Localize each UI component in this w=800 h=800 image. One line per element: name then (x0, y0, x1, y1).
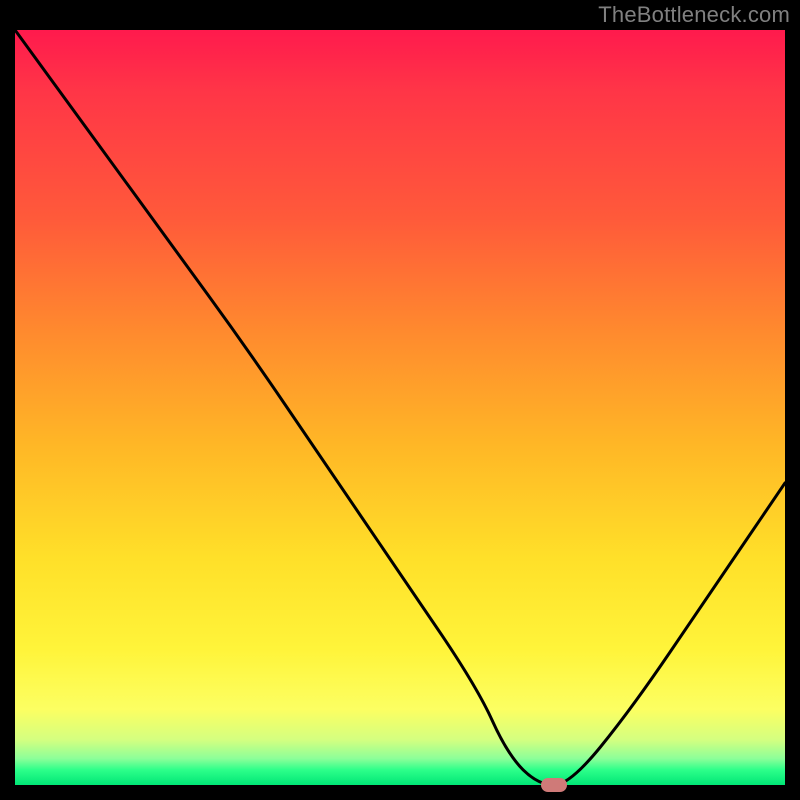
bottleneck-curve-path (15, 30, 785, 785)
watermark-text: TheBottleneck.com (598, 2, 790, 28)
bottleneck-curve-svg (15, 30, 785, 785)
chart-frame: TheBottleneck.com (0, 0, 800, 800)
plot-area (15, 30, 785, 785)
optimal-point-marker (541, 778, 567, 792)
